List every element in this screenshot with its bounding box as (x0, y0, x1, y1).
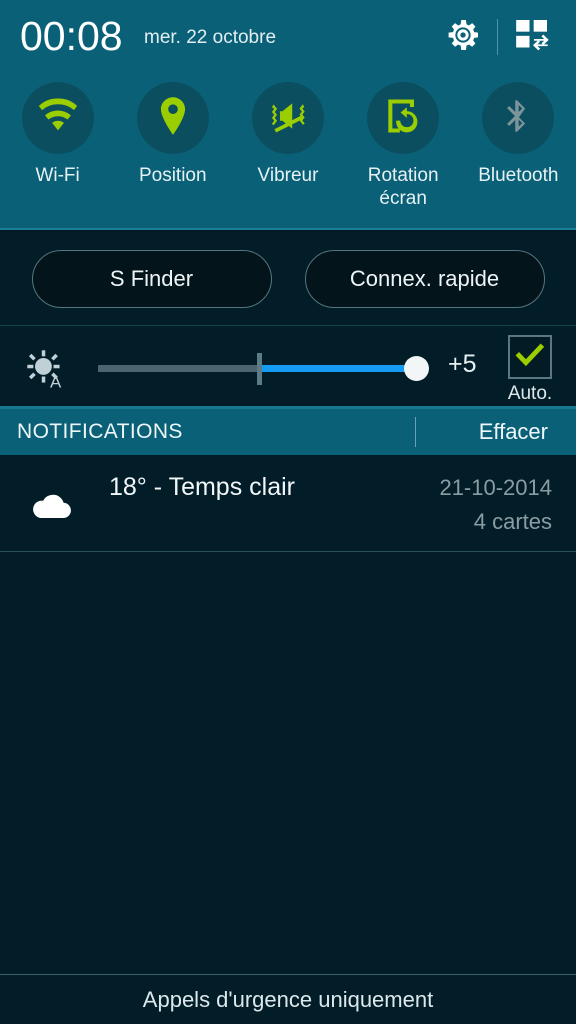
notifications-header-divider (415, 417, 416, 447)
cloud-icon (28, 488, 76, 524)
s-finder-button[interactable]: S Finder (31, 249, 272, 308)
carrier-status-text: Appels d'urgence uniquement (142, 986, 434, 1012)
shortcut-row: S Finder Connex. rapide (0, 232, 576, 326)
carrier-status-bar: Appels d'urgence uniquement (0, 974, 576, 1024)
toggle-location-label: Position (138, 165, 207, 186)
toggle-location-circle (136, 82, 209, 154)
toggle-location[interactable]: Position (115, 82, 230, 210)
notification-title: 18° - Temps clair (109, 473, 295, 501)
brightness-value: +5 (448, 350, 477, 378)
brightness-auto-icon: A (24, 347, 68, 392)
toggle-vibrate[interactable]: Vibreur (230, 82, 345, 210)
slider-tick-mark (257, 353, 262, 385)
toggle-bluetooth-label: Bluetooth (478, 165, 559, 186)
notification-subtitle: 4 cartes (473, 509, 552, 534)
quick-toggle-row: Wi-Fi Position Vibreur Rotation écran Bl… (0, 82, 576, 210)
bluetooth-icon (496, 94, 540, 143)
vibrate-mute-icon (265, 93, 311, 144)
clear-notifications-button[interactable]: Effacer (479, 419, 548, 445)
toggle-rotation-label: Rotation écran (367, 165, 439, 209)
wifi-icon (35, 93, 81, 144)
brightness-slider[interactable] (98, 345, 429, 393)
toggle-vibrate-circle (251, 82, 324, 154)
date-label: mer. 22 octobre (144, 27, 277, 48)
notifications-header: NOTIFICATIONS Effacer (0, 409, 576, 455)
toggle-bluetooth-circle (482, 82, 555, 154)
toggle-rotation-circle (367, 82, 440, 154)
location-pin-icon (150, 93, 196, 144)
svg-text:A: A (50, 373, 62, 391)
toggle-vibrate-label: Vibreur (257, 165, 319, 186)
notification-date: 21-10-2014 (439, 475, 552, 500)
quick-settings-panel: 00:08 mer. 22 octobre Wi-Fi Position Vib… (0, 0, 576, 230)
notifications-title: NOTIFICATIONS (17, 420, 183, 443)
checkmark-icon (513, 338, 547, 377)
notification-shade: 00:08 mer. 22 octobre Wi-Fi Position Vib… (0, 0, 576, 1024)
auto-brightness-checkbox[interactable] (508, 335, 552, 379)
multi-window-icon (512, 15, 552, 60)
notification-item-weather[interactable]: 18° - Temps clair 21-10-2014 4 cartes (0, 455, 576, 552)
slider-thumb[interactable] (404, 356, 429, 381)
toggle-wifi-label: Wi-Fi (35, 165, 80, 186)
slider-fill (258, 365, 420, 372)
quick-connect-button[interactable]: Connex. rapide (304, 249, 545, 308)
status-bar: 00:08 mer. 22 octobre (0, 0, 576, 74)
multi-window-button[interactable] (504, 12, 560, 62)
settings-button[interactable] (435, 12, 491, 62)
auto-brightness-label: Auto. (507, 383, 553, 404)
gear-icon (443, 15, 483, 60)
status-bar-actions (435, 12, 560, 62)
screen-rotation-icon (381, 94, 425, 143)
toggle-wifi[interactable]: Wi-Fi (0, 82, 115, 210)
toggle-bluetooth[interactable]: Bluetooth (461, 82, 576, 210)
toggle-wifi-circle (21, 82, 94, 154)
clock: 00:08 (20, 13, 123, 59)
header-divider (497, 19, 498, 55)
toggle-rotation[interactable]: Rotation écran (346, 82, 461, 210)
notifications-empty-area (0, 552, 576, 974)
